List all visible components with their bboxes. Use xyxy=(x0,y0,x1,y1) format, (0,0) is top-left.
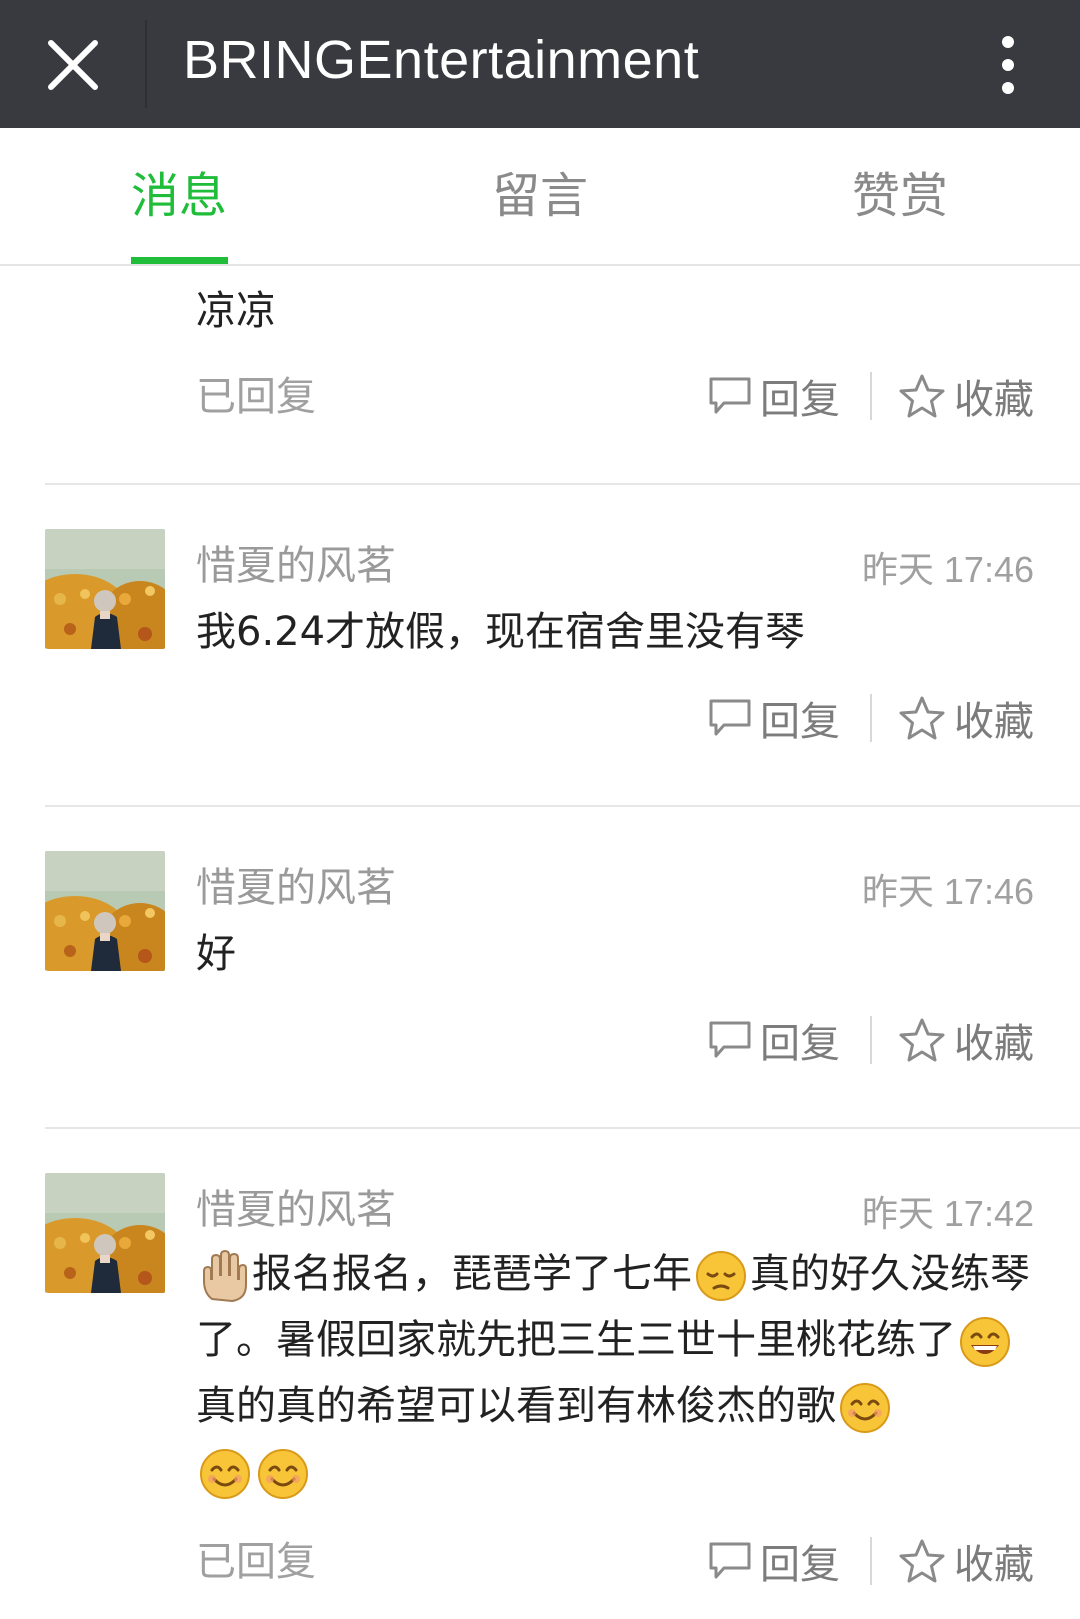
sender-name: 惜夏的风茗 xyxy=(196,1187,396,1233)
avatar[interactable] xyxy=(45,529,165,649)
list-item: 惜夏的风茗 昨天 17:42 报名报名，琵琶学了七年 真的好久没练琴了。暑假回家… xyxy=(0,1129,1080,1619)
smiling-face-emoji xyxy=(840,1383,890,1433)
action-divider xyxy=(870,372,872,420)
close-button[interactable] xyxy=(28,20,118,110)
pensive-face-emoji xyxy=(696,1251,746,1301)
reply-label: 回复 xyxy=(760,1021,840,1067)
comment-icon xyxy=(708,376,752,416)
reply-label: 回复 xyxy=(760,1542,840,1588)
favorite-button[interactable]: 收藏 xyxy=(898,689,1034,747)
smiling-face-emoji xyxy=(200,1449,250,1499)
top-bar: BRINGEntertainment xyxy=(0,0,1080,128)
sender-name: 惜夏的风茗 xyxy=(196,543,396,589)
raised-hand-emoji xyxy=(203,1249,247,1303)
message-actions: 回复 收藏 xyxy=(708,366,1034,426)
message-text: 报名报名，琵琶学了七年 真的好久没练琴了。暑假回家就先把三生三世十里桃花练了 真… xyxy=(196,1241,1036,1505)
comment-icon xyxy=(708,1541,752,1581)
favorite-button[interactable]: 收藏 xyxy=(898,367,1034,425)
message-actions: 回复 收藏 xyxy=(708,1010,1034,1070)
message-actions: 回复 收藏 xyxy=(708,688,1034,748)
list-item: 惜夏的风茗 昨天 17:46 我6.24才放假，现在宿舍里没有琴 回复 收藏 xyxy=(0,485,1080,805)
sender-name: 惜夏的风茗 xyxy=(196,865,396,911)
grinning-face-emoji xyxy=(960,1317,1010,1367)
reply-button[interactable]: 回复 xyxy=(708,367,840,425)
favorite-label: 收藏 xyxy=(954,699,1034,745)
tab-bar: 消息 留言 赞赏 xyxy=(0,128,1080,266)
page-title: BRINGEntertainment xyxy=(183,30,700,90)
comment-icon xyxy=(708,698,752,738)
smiling-face-emoji xyxy=(258,1449,308,1499)
active-tab-indicator xyxy=(131,257,228,264)
favorite-label: 收藏 xyxy=(954,1021,1034,1067)
reply-button[interactable]: 回复 xyxy=(708,1532,840,1590)
tab-comments[interactable]: 留言 xyxy=(420,128,660,264)
title-divider xyxy=(145,20,147,108)
message-text-part: 真的真的希望可以看到有林俊杰的歌 xyxy=(196,1383,836,1429)
favorite-label: 收藏 xyxy=(954,377,1034,423)
message-text: 我6.24才放假，现在宿舍里没有琴 xyxy=(196,609,806,655)
avatar[interactable] xyxy=(45,266,165,326)
star-icon xyxy=(898,373,946,419)
list-item: 凉凉 已回复 回复 收藏 xyxy=(0,266,1080,484)
star-icon xyxy=(898,1017,946,1063)
reply-label: 回复 xyxy=(760,699,840,745)
favorite-button[interactable]: 收藏 xyxy=(898,1532,1034,1590)
tab-appreciation[interactable]: 赞赏 xyxy=(780,128,1020,264)
message-text: 凉凉 xyxy=(196,288,276,334)
message-list[interactable]: 凉凉 已回复 回复 收藏 惜夏的风茗 昨天 17:46 我6.24才放假，现在宿… xyxy=(0,266,1080,1619)
replied-status: 已回复 xyxy=(196,374,316,420)
favorite-label: 收藏 xyxy=(954,1542,1034,1588)
reply-button[interactable]: 回复 xyxy=(708,689,840,747)
message-time: 昨天 17:42 xyxy=(861,1193,1034,1234)
message-actions: 回复 收藏 xyxy=(708,1531,1034,1591)
comment-icon xyxy=(708,1020,752,1060)
action-divider xyxy=(870,694,872,742)
action-divider xyxy=(870,1537,872,1585)
action-divider xyxy=(870,1016,872,1064)
message-text-part: 报名报名，琵琶学了七年 xyxy=(252,1251,692,1297)
favorite-button[interactable]: 收藏 xyxy=(898,1011,1034,1069)
message-text: 好 xyxy=(196,931,236,977)
close-icon xyxy=(48,40,98,90)
avatar[interactable] xyxy=(45,1173,165,1293)
reply-button[interactable]: 回复 xyxy=(708,1011,840,1069)
star-icon xyxy=(898,695,946,741)
tab-messages[interactable]: 消息 xyxy=(59,128,299,264)
replied-status: 已回复 xyxy=(196,1539,316,1585)
list-item: 惜夏的风茗 昨天 17:46 好 回复 收藏 xyxy=(0,807,1080,1127)
message-time: 昨天 17:46 xyxy=(861,549,1034,590)
reply-label: 回复 xyxy=(760,377,840,423)
message-time: 昨天 17:46 xyxy=(861,871,1034,912)
more-vertical-icon xyxy=(1002,36,1014,94)
avatar[interactable] xyxy=(45,851,165,971)
more-button[interactable] xyxy=(980,20,1036,110)
star-icon xyxy=(898,1538,946,1584)
